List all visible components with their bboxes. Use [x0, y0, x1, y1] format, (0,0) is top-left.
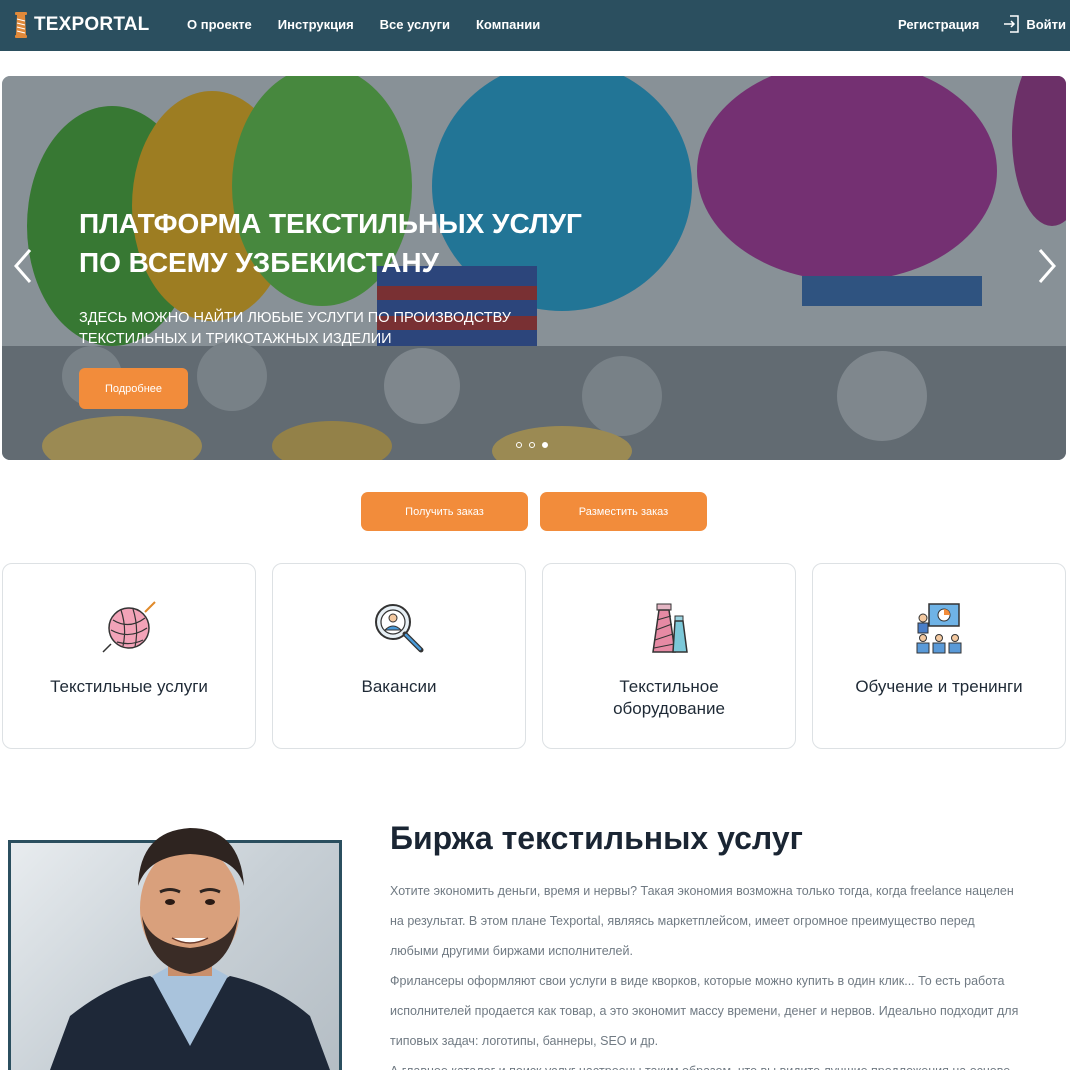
slider-next-arrow-icon[interactable]: [1032, 246, 1060, 286]
slider-dot-3[interactable]: [542, 442, 548, 448]
category-label: Обучение и тренинги: [855, 677, 1023, 696]
more-button[interactable]: Подробнее: [79, 368, 188, 409]
hero-slider: ПЛАТФОРМА ТЕКСТИЛЬНЫХ УСЛУГ ПО ВСЕМУ УЗБ…: [2, 76, 1066, 460]
about-title: Биржа текстильных услуг: [390, 820, 803, 856]
yarn-ball-icon: [102, 601, 156, 653]
nav-link-services[interactable]: Все услуги: [380, 17, 450, 32]
login-label: Войти: [1026, 16, 1066, 32]
hero-subtitle-line2: ТЕКСТИЛЬНЫХ И ТРИКОТАЖНЫХ ИЗДЕЛИИ: [79, 331, 392, 347]
hero-subtitle-line1: ЗДЕСЬ МОЖНО НАЙТИ ЛЮБЫЕ УСЛУГИ ПО ПРОИЗВ…: [79, 310, 511, 326]
category-card-training[interactable]: Обучение и тренинги: [812, 563, 1066, 749]
login-link[interactable]: Войти: [1003, 15, 1066, 33]
about-text-line: Фрилансеры оформляют свои услуги в виде …: [390, 974, 1005, 988]
logo-text: TEXPORTAL: [34, 14, 150, 35]
get-order-button[interactable]: Получить заказ: [361, 492, 528, 531]
logo[interactable]: TEXPORTAL: [14, 12, 149, 38]
businessman-photo: [50, 828, 330, 1070]
login-icon: [1004, 15, 1020, 33]
thread-spools-icon: [652, 603, 688, 653]
category-label: Вакансии: [361, 677, 437, 696]
slider-prev-arrow-icon[interactable]: [10, 246, 38, 286]
main-menu: О проекте Инструкция Все услуги Компании: [187, 17, 540, 32]
top-navigation: TEXPORTAL О проекте Инструкция Все услуг…: [0, 0, 1070, 51]
hero-title-line2: ПО ВСЕМУ УЗБЕКИСТАНУ: [79, 247, 439, 278]
spool-logo-icon: [15, 12, 27, 38]
about-text-line: на результат. В этом плане Texportal, яв…: [390, 914, 975, 928]
slider-dot-1[interactable]: [516, 442, 522, 448]
category-card-textile-services[interactable]: Текстильные услуги: [2, 563, 256, 749]
hero-title-line1: ПЛАТФОРМА ТЕКСТИЛЬНЫХ УСЛУГ: [79, 208, 582, 239]
register-link[interactable]: Регистрация: [898, 17, 979, 32]
about-text-line: Хотите экономить деньги, время и нервы? …: [390, 884, 1014, 898]
about-text: Хотите экономить деньги, время и нервы? …: [390, 876, 1066, 1070]
about-text-line: А главное каталог и поиск услуг настроен…: [390, 1056, 1066, 1070]
nav-link-instructions[interactable]: Инструкция: [278, 17, 354, 32]
about-text-line: любыми другими биржами исполнителей.: [390, 944, 633, 958]
nav-link-companies[interactable]: Компании: [476, 17, 540, 32]
slider-dot-2[interactable]: [529, 442, 535, 448]
training-presentation-icon: [916, 603, 962, 654]
slider-dots: [516, 442, 548, 448]
hero-title: ПЛАТФОРМА ТЕКСТИЛЬНЫХ УСЛУГ ПО ВСЕМУ УЗБ…: [79, 204, 639, 282]
about-text-line: исполнителей продается как товар, а это …: [390, 1004, 1019, 1018]
auth-links: Регистрация Войти: [898, 15, 1066, 33]
category-card-textile-equipment[interactable]: Текстильное оборудование: [542, 563, 796, 749]
place-order-button[interactable]: Разместить заказ: [540, 492, 707, 531]
nav-link-about[interactable]: О проекте: [187, 17, 252, 32]
about-text-line: типовых задач: логотипы, баннеры, SEO и …: [390, 1034, 659, 1048]
category-label: Текстильные услуги: [50, 677, 208, 696]
category-label: Текстильное оборудование: [613, 677, 725, 718]
hero-subtitle: ЗДЕСЬ МОЖНО НАЙТИ ЛЮБЫЕ УСЛУГИ ПО ПРОИЗВ…: [79, 308, 539, 350]
search-person-icon: [375, 604, 424, 653]
category-card-vacancies[interactable]: Вакансии: [272, 563, 526, 749]
